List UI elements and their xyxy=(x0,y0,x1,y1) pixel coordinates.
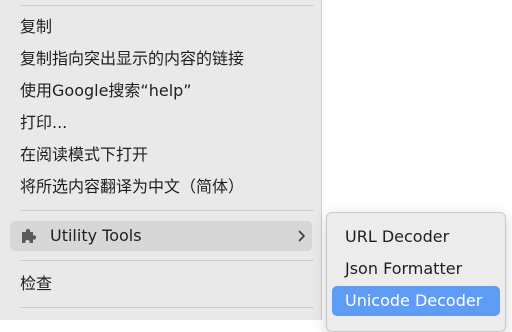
submenu-item-json-formatter[interactable]: Json Formatter xyxy=(332,254,500,284)
menu-item-copy-link-to-highlight[interactable]: 复制指向突出显示的内容的链接 xyxy=(10,44,312,74)
menu-separator xyxy=(20,5,314,6)
chevron-right-icon xyxy=(298,230,305,242)
menu-separator xyxy=(20,307,314,308)
puzzle-piece-icon xyxy=(22,228,37,243)
menu-item-utility-tools[interactable]: Utility Tools xyxy=(10,221,312,251)
context-menu: 复制 复制指向突出显示的内容的链接 使用Google搜索“help” 打印...… xyxy=(0,0,322,320)
menu-item-search-google[interactable]: 使用Google搜索“help” xyxy=(10,76,312,106)
menu-item-reading-mode[interactable]: 在阅读模式下打开 xyxy=(10,140,312,170)
menu-item-inspect[interactable]: 检查 xyxy=(10,269,312,299)
utility-tools-label: Utility Tools xyxy=(50,226,142,245)
menu-item-translate[interactable]: 将所选内容翻译为中文（简体） xyxy=(10,172,312,202)
menu-item-copy[interactable]: 复制 xyxy=(10,12,312,42)
submenu-item-url-decoder[interactable]: URL Decoder xyxy=(332,222,500,252)
utility-tools-submenu: URL Decoder Json Formatter Unicode Decod… xyxy=(326,212,506,332)
menu-separator xyxy=(20,210,314,211)
submenu-item-unicode-decoder[interactable]: Unicode Decoder xyxy=(332,286,500,316)
menu-separator xyxy=(20,260,314,261)
menu-item-print[interactable]: 打印... xyxy=(10,108,312,138)
